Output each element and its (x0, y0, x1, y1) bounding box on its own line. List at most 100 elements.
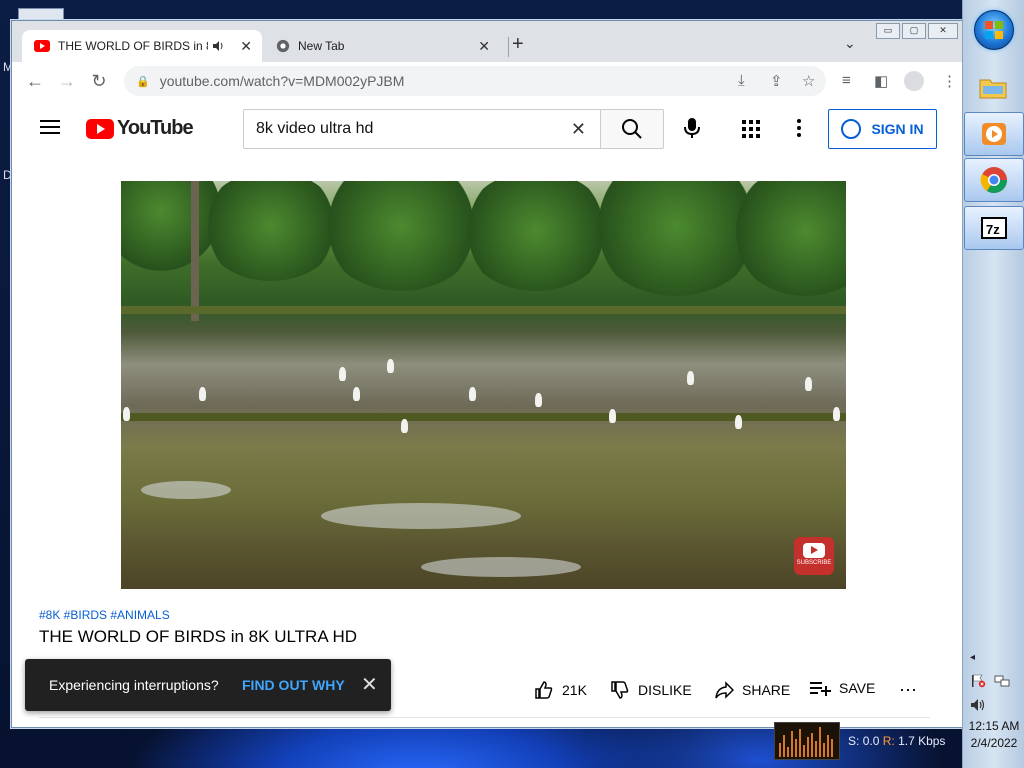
sent-value: 0.0 (862, 734, 880, 748)
hamburger-menu-icon[interactable] (40, 120, 60, 134)
share-button[interactable]: SHARE (714, 680, 790, 700)
taskbar-media-player[interactable] (964, 112, 1024, 156)
maximize-button[interactable]: ▢ (902, 23, 926, 39)
network-stats: S: 0.0 R: 1.7 Kbps (848, 734, 945, 748)
bookmark-star-icon[interactable]: ☆ (802, 72, 815, 90)
apps-grid-icon[interactable] (742, 120, 760, 138)
chrome-favicon-icon (276, 39, 290, 53)
like-button[interactable]: 21K (534, 680, 587, 700)
youtube-logo[interactable]: YouTube (86, 117, 194, 140)
video-scene (805, 377, 812, 391)
video-scene (141, 481, 231, 499)
video-scene (123, 407, 130, 421)
side-panel-icon[interactable]: ◧ (874, 72, 888, 90)
windows-logo-icon (985, 21, 1003, 39)
tab-search-button[interactable]: ⌄ (844, 35, 856, 52)
address-bar[interactable]: 🔒 youtube.com/watch?v=MDM002yPJBM (124, 66, 826, 96)
save-label: SAVE (839, 680, 876, 696)
media-controls-icon[interactable]: ≡ (842, 72, 851, 89)
save-button[interactable]: SAVE (809, 680, 875, 696)
dislike-button[interactable]: DISLIKE (610, 680, 692, 700)
taskbar-explorer[interactable] (964, 66, 1022, 108)
video-scene (731, 181, 846, 296)
minimize-button[interactable]: ▭ (876, 23, 900, 39)
tab-title: New Tab (298, 39, 345, 53)
video-scene (121, 306, 846, 314)
video-scene (469, 387, 476, 401)
share-label: SHARE (742, 682, 791, 698)
browser-toolbar: ← → ↻ 🔒 youtube.com/watch?v=MDM002yPJBM … (12, 62, 963, 100)
taskbar-7zip[interactable]: 7z (964, 206, 1024, 250)
youtube-header: YouTube 8k video ultra hd ✕ SIGN IN (12, 100, 963, 156)
tab-new-tab[interactable]: New Tab ✕ (264, 30, 500, 62)
video-scene (535, 393, 542, 407)
search-input[interactable]: 8k video ultra hd ✕ (243, 109, 600, 149)
search-icon (622, 119, 642, 139)
video-scene (401, 419, 408, 433)
video-scene (321, 181, 481, 291)
interruptions-toast: Experiencing interruptions? FIND OUT WHY… (25, 659, 391, 711)
more-actions-button[interactable]: ⋯ (899, 680, 917, 701)
volume-tray-icon[interactable] (970, 698, 986, 712)
video-scene (735, 415, 742, 429)
video-scene (199, 387, 206, 401)
window-close-button[interactable]: ✕ (928, 23, 958, 39)
profile-icon[interactable] (904, 71, 924, 91)
tray-expand-icon[interactable]: ◂ (970, 652, 975, 663)
playlist-add-icon (810, 682, 831, 696)
svg-text:7z: 7z (986, 222, 1000, 237)
subscribe-watermark-button[interactable]: SUBSCRIBE (794, 537, 834, 575)
lock-icon: 🔒 (136, 75, 150, 88)
forward-button[interactable]: → (55, 70, 79, 92)
video-scene (387, 359, 394, 373)
section-divider (39, 717, 930, 718)
video-scene (421, 557, 581, 577)
youtube-play-icon (803, 543, 825, 558)
network-tray-icon[interactable] (994, 674, 1010, 688)
thumbs-down-icon (611, 681, 629, 699)
chrome-icon (980, 167, 1008, 194)
account-icon (841, 119, 862, 139)
thumbs-up-icon (535, 681, 553, 699)
taskbar-chrome[interactable] (964, 158, 1024, 202)
video-scene (461, 181, 611, 291)
system-clock[interactable]: 12:15 AM 2/4/2022 (964, 718, 1024, 752)
video-scene (201, 181, 341, 281)
back-button[interactable]: ← (23, 70, 47, 92)
toast-close-icon[interactable]: ✕ (361, 672, 378, 697)
share-arrow-icon (715, 681, 734, 699)
share-page-icon[interactable]: ⇪ (770, 72, 783, 90)
tab-youtube[interactable]: THE WORLD OF BIRDS in 8K ✕ (22, 30, 262, 62)
settings-more-icon[interactable] (797, 119, 801, 137)
tab-close-button[interactable]: ✕ (478, 38, 490, 55)
received-value: 1.7 Kbps (898, 734, 946, 748)
7zip-icon: 7z (981, 217, 1007, 239)
action-center-flag-icon[interactable] (970, 674, 986, 688)
video-scene (609, 409, 616, 423)
sign-in-label: SIGN IN (871, 121, 924, 137)
dislike-label: DISLIKE (638, 682, 692, 698)
new-tab-button[interactable]: + (512, 33, 524, 56)
microphone-icon[interactable] (680, 116, 704, 140)
find-out-why-link[interactable]: FIND OUT WHY (242, 677, 345, 693)
browser-window: THE WORLD OF BIRDS in 8K ✕ New Tab ✕ + ⌄… (11, 20, 964, 728)
media-player-icon (982, 123, 1006, 145)
video-title: THE WORLD OF BIRDS in 8K ULTRA HD (39, 627, 358, 646)
youtube-favicon-icon (34, 40, 50, 52)
tab-close-button[interactable]: ✕ (240, 38, 252, 55)
youtube-wordmark: YouTube (117, 117, 194, 139)
sign-in-button[interactable]: SIGN IN (828, 109, 937, 149)
speaker-icon[interactable] (212, 40, 224, 52)
video-scene (687, 371, 694, 385)
clock-date: 2/4/2022 (970, 736, 1018, 750)
install-app-icon[interactable]: ⤓ (738, 72, 745, 89)
start-button[interactable] (974, 10, 1014, 50)
video-hashtags[interactable]: #8K #BIRDS #ANIMALS (39, 608, 170, 622)
chrome-menu-icon[interactable]: ⋮ (942, 72, 957, 90)
video-player[interactable]: SUBSCRIBE (121, 181, 846, 589)
reload-button[interactable]: ↻ (87, 70, 111, 92)
clock-time: 12:15 AM (968, 719, 1020, 733)
youtube-play-icon (86, 118, 114, 139)
clear-search-icon[interactable]: ✕ (571, 119, 586, 140)
search-button[interactable] (600, 109, 664, 149)
